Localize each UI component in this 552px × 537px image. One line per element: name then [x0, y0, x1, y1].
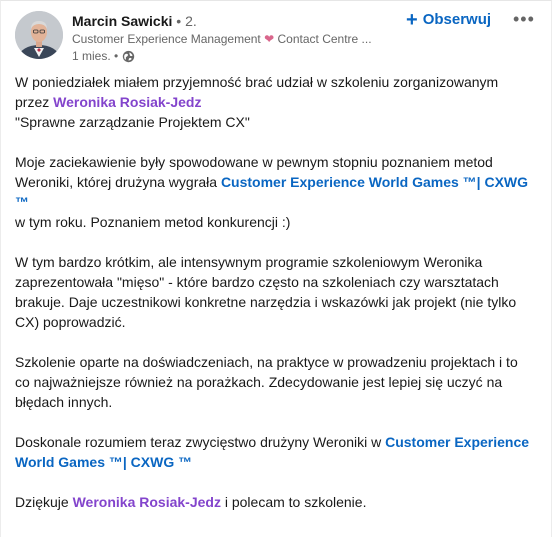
paragraph-2: Moje zaciekawienie były spowodowane w pe… — [15, 152, 535, 232]
headline-part1: Customer Experience Management — [72, 32, 261, 46]
plus-icon: + — [406, 9, 418, 31]
author-name-row: Marcin Sawicki • 2. — [72, 12, 197, 30]
connection-degree: • 2. — [176, 13, 197, 29]
post-card: Marcin Sawicki • 2. Customer Experience … — [0, 0, 552, 537]
globe-icon — [122, 50, 135, 63]
paragraph-6-text-end: i polecam to szkolenie. — [224, 494, 367, 510]
author-avatar[interactable] — [15, 11, 63, 59]
post-time: 1 mies. • — [72, 49, 119, 63]
avatar-photo — [15, 11, 63, 59]
headline-part2: Contact Centre ... — [277, 32, 372, 46]
paragraph-2-text-end: w tym roku. Poznaniem metod konkurencji … — [15, 214, 291, 230]
paragraph-3: W tym bardzo krótkim, ale intensywnym pr… — [15, 254, 517, 330]
follow-button[interactable]: + Obserwuj — [406, 10, 491, 30]
paragraph-5: Doskonale rozumiem teraz zwycięstwo druż… — [15, 432, 535, 472]
paragraph-6: Dziękuje Weronika Rosiak-Jedz i polecam … — [15, 492, 535, 512]
training-title: "Sprawne zarządzanie Projektem CX" — [15, 114, 250, 130]
mention-weronika[interactable]: Weronika Rosiak-Jedz — [53, 94, 201, 110]
more-options-button[interactable]: ••• — [513, 9, 535, 29]
author-headline: Customer Experience Management ❤ Contact… — [72, 32, 372, 47]
follow-label: Obserwuj — [422, 11, 492, 28]
mention-weronika-2[interactable]: Weronika Rosiak-Jedz — [73, 494, 221, 510]
author-name[interactable]: Marcin Sawicki — [72, 13, 172, 29]
paragraph-4: Szkolenie oparte na doświadczeniach, na … — [15, 354, 518, 410]
paragraph-5-text: Doskonale rozumiem teraz zwycięstwo druż… — [15, 434, 382, 450]
post-body: W poniedziałek miałem przyjemność brać u… — [15, 72, 535, 532]
paragraph-6-text: Dziękuje — [15, 494, 69, 510]
post-meta: 1 mies. • — [72, 48, 135, 64]
paragraph-1: W poniedziałek miałem przyjemność brać u… — [15, 72, 535, 132]
heart-icon: ❤ — [264, 32, 275, 46]
